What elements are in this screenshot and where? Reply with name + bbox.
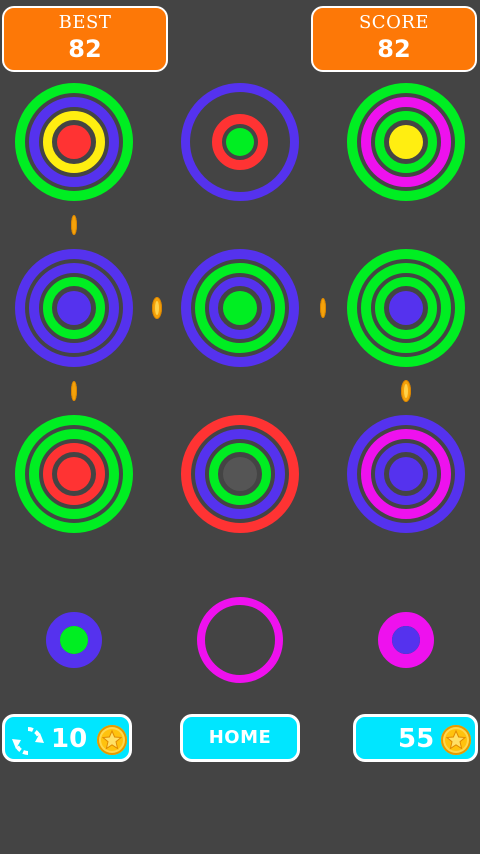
gold-coin-icon bbox=[152, 297, 162, 319]
ring-core bbox=[223, 291, 257, 325]
ring-core bbox=[389, 291, 423, 325]
coin-counter: 55 bbox=[353, 714, 478, 762]
home-button[interactable]: HOME bbox=[180, 714, 300, 762]
best-score-panel: BEST 82 bbox=[2, 6, 168, 72]
ring-core bbox=[226, 128, 254, 156]
restart-icon bbox=[12, 727, 44, 755]
ring-core bbox=[389, 125, 423, 159]
star-coin-icon bbox=[441, 725, 471, 755]
ring-band bbox=[197, 597, 283, 683]
gold-coin-icon bbox=[71, 215, 77, 235]
ring-core bbox=[57, 291, 91, 325]
score-value: 82 bbox=[377, 35, 411, 63]
gold-coin-icon bbox=[401, 380, 411, 402]
ring-core bbox=[392, 626, 420, 654]
gold-coin-icon bbox=[71, 381, 77, 401]
ring-core bbox=[60, 626, 88, 654]
best-label: BEST bbox=[58, 12, 112, 33]
ring-core bbox=[223, 457, 257, 491]
star-coin-icon bbox=[97, 725, 127, 755]
ring-core bbox=[57, 125, 91, 159]
ring-core bbox=[389, 457, 423, 491]
restart-count: 10 bbox=[51, 724, 88, 754]
restart-button[interactable]: 10 bbox=[2, 714, 132, 762]
ring-core bbox=[57, 457, 91, 491]
score-label: SCORE bbox=[358, 12, 430, 33]
gold-coin-icon bbox=[320, 298, 326, 318]
score-panel: SCORE 82 bbox=[311, 6, 477, 72]
coins-count: 55 bbox=[398, 724, 435, 754]
best-value: 82 bbox=[68, 35, 102, 63]
home-label: HOME bbox=[208, 727, 272, 748]
